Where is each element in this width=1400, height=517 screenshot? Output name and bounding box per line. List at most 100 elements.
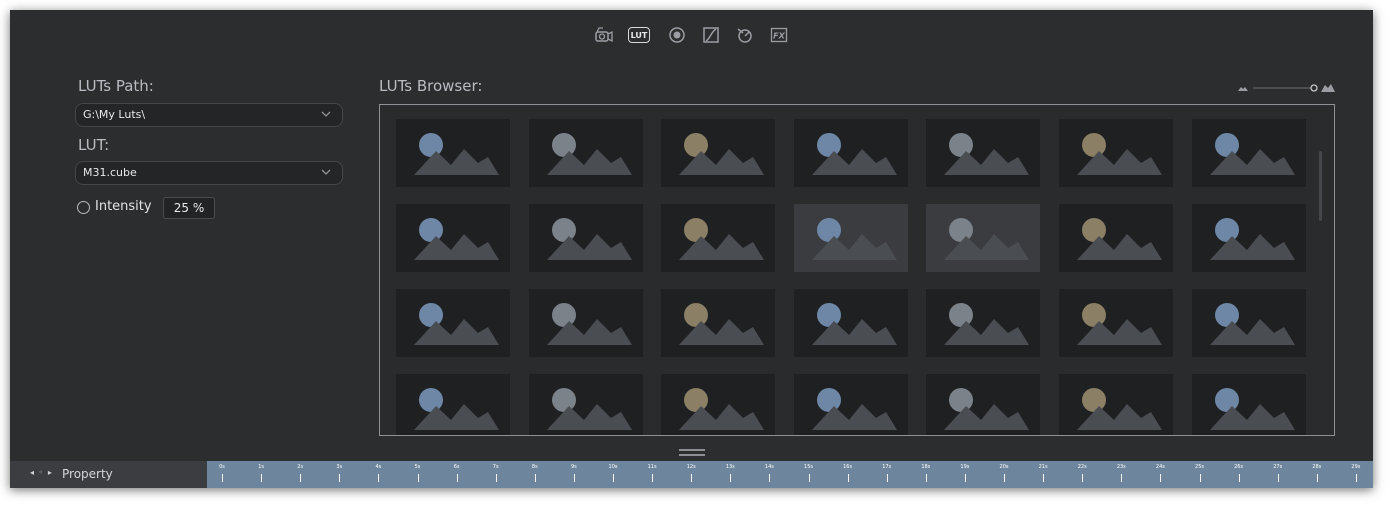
tick-mark — [925, 474, 927, 482]
rotate-icon[interactable] — [734, 25, 756, 45]
intensity-radio[interactable] — [77, 201, 90, 214]
tick-label: 24s — [1155, 464, 1165, 470]
lut-thumbnail[interactable] — [926, 289, 1041, 357]
tick-label: 22s — [1077, 464, 1087, 470]
tick-mark — [769, 474, 771, 482]
luts-browser-grid[interactable] — [379, 104, 1335, 436]
lut-panel-window: LUT FX LUTs Path: G:\My Luts\ LUT: M31.c… — [10, 10, 1373, 488]
curve-icon[interactable] — [700, 25, 722, 45]
tick-mark — [1199, 474, 1201, 482]
lut-value: M31.cube — [83, 166, 137, 179]
tick-label: 16s — [843, 464, 853, 470]
lut-thumbnail[interactable] — [793, 289, 908, 357]
tick-label: 2s — [297, 464, 304, 470]
lut-thumbnail[interactable] — [926, 204, 1041, 272]
tick-label: 9s — [570, 464, 577, 470]
tick-mark — [261, 474, 263, 482]
tick-mark — [1121, 474, 1123, 482]
lut-thumbnail[interactable] — [1191, 374, 1306, 435]
luts-path-value: G:\My Luts\ — [83, 108, 146, 121]
lut-label: LUT: — [78, 136, 110, 154]
tick-mark — [1043, 474, 1045, 482]
tick-mark — [808, 474, 810, 482]
lut-thumbnail[interactable] — [396, 289, 510, 357]
lut-thumbnail[interactable] — [793, 119, 908, 187]
luts-path-dropdown[interactable]: G:\My Luts\ — [75, 103, 343, 127]
lut-thumbnail[interactable] — [661, 374, 776, 435]
lut-icon[interactable]: LUT — [628, 27, 650, 43]
fx-icon[interactable]: FX — [768, 25, 790, 45]
lens-icon[interactable] — [666, 25, 688, 45]
thumbnail-size-slider[interactable] — [1235, 80, 1335, 96]
tick-mark — [573, 474, 575, 482]
lut-thumbnail[interactable] — [926, 374, 1041, 435]
tick-label: 28s — [1312, 464, 1322, 470]
tick-label: 6s — [453, 464, 460, 470]
tick-mark — [1277, 474, 1279, 482]
lut-thumbnail[interactable] — [1059, 119, 1173, 187]
lut-thumbnail[interactable] — [396, 204, 510, 272]
lut-thumbnail[interactable] — [1059, 204, 1173, 272]
lut-thumbnail[interactable] — [528, 119, 643, 187]
tick-label: 11s — [647, 464, 657, 470]
intensity-label: Intensity — [95, 199, 152, 214]
timeline-nav-arrows[interactable]: ◂ ◦ ▸ — [30, 468, 53, 477]
tick-mark — [730, 474, 732, 482]
lut-thumbnail[interactable] — [1059, 289, 1173, 357]
tick-mark — [652, 474, 654, 482]
tick-mark — [613, 474, 614, 482]
tick-label: 13s — [725, 464, 735, 470]
lut-thumbnail[interactable] — [793, 374, 908, 435]
tick-label: 29s — [1351, 464, 1361, 470]
lut-thumbnail[interactable] — [1191, 204, 1306, 272]
lut-thumbnail[interactable] — [1191, 119, 1306, 187]
tick-label: 0s — [219, 464, 225, 470]
lut-thumbnail[interactable] — [528, 374, 643, 435]
luts-path-label: LUTs Path: — [78, 77, 154, 95]
lut-thumbnail[interactable] — [661, 289, 776, 357]
tick-label: 8s — [531, 464, 538, 470]
slider-handle — [1310, 84, 1318, 92]
tick-label: 21s — [1038, 464, 1048, 470]
property-header: ◂ ◦ ▸ Property — [10, 461, 207, 488]
tick-mark — [378, 474, 380, 482]
tick-label: 18s — [921, 464, 931, 470]
lut-thumbnail[interactable] — [528, 289, 643, 357]
top-toolbar: LUT FX — [10, 10, 1373, 56]
intensity-input[interactable]: 25 % — [163, 197, 215, 219]
camera-icon[interactable] — [592, 25, 614, 45]
tick-mark — [1316, 474, 1318, 482]
tick-mark — [1004, 474, 1005, 482]
chevron-down-icon — [320, 107, 332, 124]
timeline-bar: ◂ ◦ ▸ Property 0s 1s 2s 3s 4s 5s 6s 7s 8s 9s 10s 11… — [10, 461, 1373, 488]
tick-label: 23s — [1116, 464, 1126, 470]
lut-thumbnail[interactable] — [793, 204, 908, 272]
tick-mark — [847, 474, 849, 482]
tick-mark — [1355, 474, 1357, 482]
lut-thumbnail[interactable] — [661, 119, 776, 187]
small-mountain-icon — [1238, 87, 1248, 91]
tick-mark — [964, 474, 966, 482]
time-ruler[interactable]: 0s 1s 2s 3s 4s 5s 6s 7s 8s 9s 10s 11s 12s 13s 14s 15s 16… — [207, 461, 1373, 488]
lut-thumbnail[interactable] — [1191, 289, 1306, 357]
resize-grip-icon[interactable] — [679, 449, 705, 457]
lut-thumbnail[interactable] — [396, 374, 510, 435]
tick-label: 10s — [608, 464, 618, 470]
lut-thumbnail[interactable] — [1059, 374, 1173, 435]
lut-thumbnail[interactable] — [528, 204, 643, 272]
lut-dropdown[interactable]: M31.cube — [75, 161, 343, 185]
tick-mark — [417, 474, 419, 482]
tick-label: 12s — [686, 464, 696, 470]
tick-mark — [1238, 474, 1240, 482]
large-mountain-icon — [1321, 84, 1335, 92]
tick-label: 27s — [1273, 464, 1283, 470]
browser-scrollbar[interactable] — [1319, 151, 1322, 221]
tick-mark — [456, 474, 458, 482]
lut-thumbnail[interactable] — [661, 204, 776, 272]
tick-label: 19s — [960, 464, 970, 470]
tick-mark — [1160, 474, 1162, 482]
lut-thumbnail[interactable] — [926, 119, 1041, 187]
tick-label: 3s — [336, 464, 343, 470]
lut-thumbnail[interactable] — [396, 119, 510, 187]
tick-label: 14s — [764, 464, 774, 470]
